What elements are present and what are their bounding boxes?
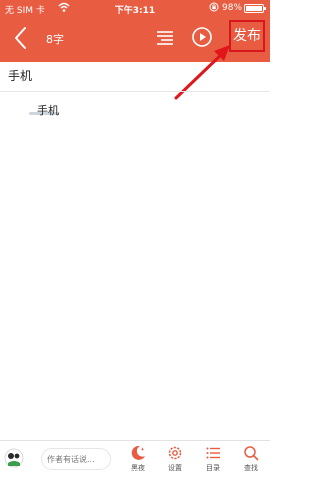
settings-button[interactable]: 设置 — [162, 445, 188, 477]
search-label: 查找 — [244, 464, 258, 472]
back-icon[interactable] — [10, 25, 32, 51]
battery-fill — [246, 6, 262, 11]
play-icon[interactable] — [191, 26, 213, 48]
author-note-input[interactable] — [41, 448, 111, 470]
moon-icon — [131, 445, 145, 460]
rotation-lock-icon — [209, 2, 219, 12]
editor-toolbar: 8字 发布 — [0, 18, 270, 62]
publish-button[interactable]: 发布 — [229, 20, 265, 52]
battery-percent: 98% — [222, 3, 243, 13]
night-mode-label: 黑夜 — [131, 464, 145, 472]
avatar[interactable] — [4, 448, 24, 468]
battery-tip — [264, 7, 266, 10]
table-of-contents-button[interactable]: 目录 — [200, 445, 226, 477]
table-of-contents-label: 目录 — [206, 464, 220, 472]
top-bar: 无 SIM 卡 下午3:11 98% 8字 发布 — [0, 0, 270, 62]
status-bar: 无 SIM 卡 下午3:11 98% — [0, 0, 270, 18]
editor-screen: 无 SIM 卡 下午3:11 98% 8字 发布 手机 手机 作者有话说... … — [0, 0, 270, 479]
list-icon — [206, 447, 220, 459]
battery-icon — [244, 4, 266, 13]
title-row[interactable]: 手机 — [0, 62, 270, 92]
search-icon — [244, 446, 259, 461]
search-button[interactable]: 查找 — [238, 445, 264, 477]
settings-label: 设置 — [168, 464, 182, 472]
word-count: 8字 — [46, 33, 64, 46]
document-title[interactable]: 手机 — [8, 67, 32, 84]
gear-icon — [168, 446, 182, 460]
outline-icon[interactable] — [154, 27, 176, 49]
document-body[interactable]: 手机 — [37, 102, 59, 118]
night-mode-button[interactable]: 黑夜 — [125, 445, 151, 477]
bottom-bar: 黑夜 设置 目录 查找 — [0, 440, 270, 479]
